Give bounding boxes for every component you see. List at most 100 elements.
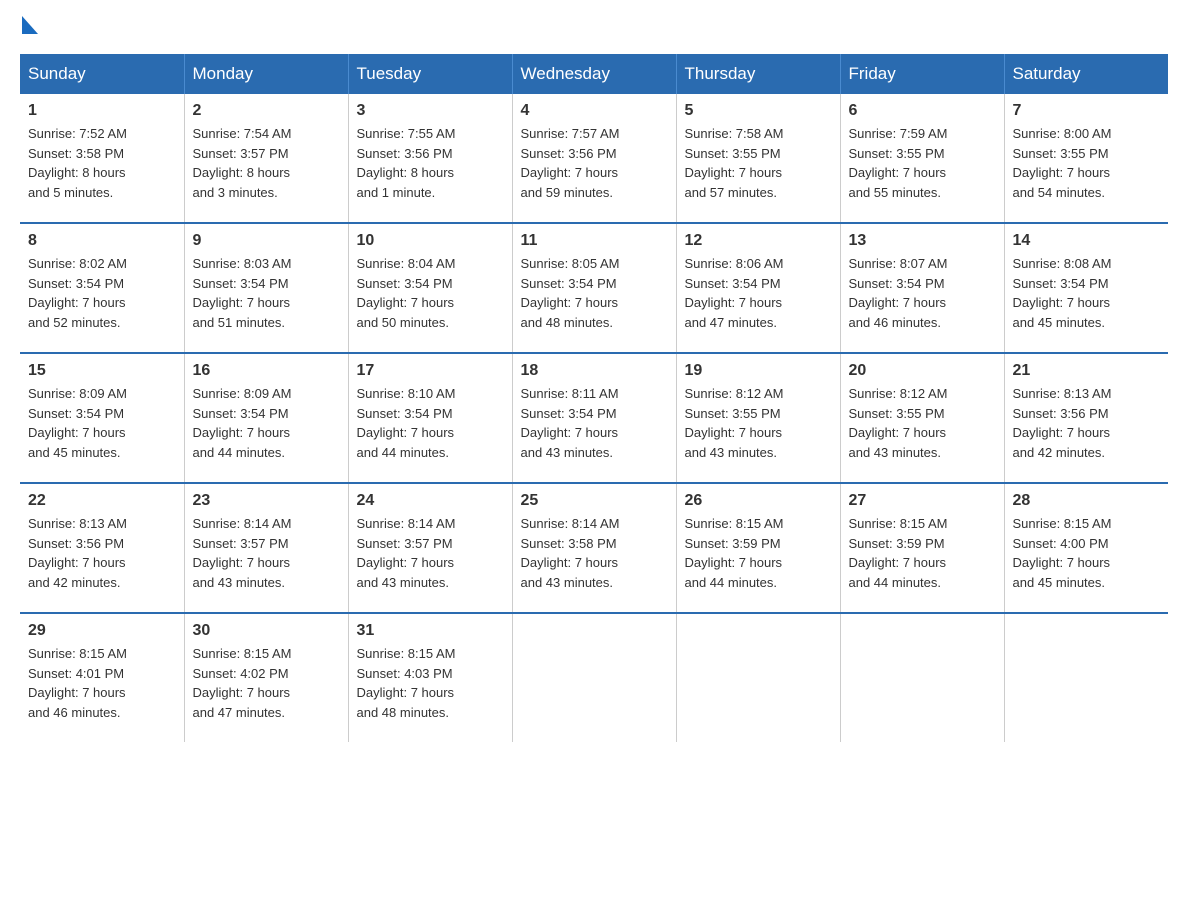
day-number: 26 — [685, 492, 832, 510]
day-info: Sunrise: 8:02 AMSunset: 3:54 PMDaylight:… — [28, 254, 176, 332]
day-number: 29 — [28, 622, 176, 640]
day-info: Sunrise: 8:13 AMSunset: 3:56 PMDaylight:… — [28, 514, 176, 592]
calendar-cell: 11Sunrise: 8:05 AMSunset: 3:54 PMDayligh… — [512, 223, 676, 353]
day-number: 31 — [357, 622, 504, 640]
calendar-cell: 4 Sunrise: 7:57 AMSunset: 3:56 PMDaylight… — [512, 94, 676, 223]
day-number: 14 — [1013, 232, 1161, 250]
day-info: Sunrise: 8:14 AMSunset: 3:57 PMDaylight:… — [193, 514, 340, 592]
calendar-week-row: 15 Sunrise: 8:09 AMSunset: 3:54 PMDayligh… — [20, 353, 1168, 483]
day-number: 3 — [357, 102, 504, 120]
calendar-cell: 14 Sunrise: 8:08 AMSunset: 3:54 PMDayligh… — [1004, 223, 1168, 353]
day-number: 10 — [357, 232, 504, 250]
day-number: 19 — [685, 362, 832, 380]
calendar-cell: 12 Sunrise: 8:06 AMSunset: 3:54 PMDayligh… — [676, 223, 840, 353]
day-number: 5 — [685, 102, 832, 120]
calendar-cell: 18 Sunrise: 8:11 AMSunset: 3:54 PMDayligh… — [512, 353, 676, 483]
calendar-cell: 16 Sunrise: 8:09 AMSunset: 3:54 PMDayligh… — [184, 353, 348, 483]
calendar-cell — [1004, 613, 1168, 742]
calendar-cell: 6Sunrise: 7:59 AMSunset: 3:55 PMDaylight… — [840, 94, 1004, 223]
calendar-cell: 25 Sunrise: 8:14 AMSunset: 3:58 PMDayligh… — [512, 483, 676, 613]
day-info: Sunrise: 7:58 AMSunset: 3:55 PMDaylight:… — [685, 124, 832, 202]
day-info: Sunrise: 8:13 AMSunset: 3:56 PMDaylight:… — [1013, 384, 1161, 462]
day-info: Sunrise: 7:54 AMSunset: 3:57 PMDaylight:… — [193, 124, 340, 202]
day-number: 20 — [849, 362, 996, 380]
day-info: Sunrise: 8:07 AMSunset: 3:54 PMDaylight:… — [849, 254, 996, 332]
day-info: Sunrise: 7:57 AMSunset: 3:56 PMDaylight:… — [521, 124, 668, 202]
calendar-week-row: 22Sunrise: 8:13 AMSunset: 3:56 PMDayligh… — [20, 483, 1168, 613]
day-number: 16 — [193, 362, 340, 380]
day-number: 13 — [849, 232, 996, 250]
day-number: 7 — [1013, 102, 1161, 120]
page-header — [20, 20, 1168, 38]
calendar-cell: 3 Sunrise: 7:55 AMSunset: 3:56 PMDaylight… — [348, 94, 512, 223]
logo — [20, 20, 38, 38]
day-info: Sunrise: 8:15 AMSunset: 4:00 PMDaylight:… — [1013, 514, 1161, 592]
day-info: Sunrise: 8:10 AMSunset: 3:54 PMDaylight:… — [357, 384, 504, 462]
day-info: Sunrise: 8:15 AMSunset: 4:03 PMDaylight:… — [357, 644, 504, 722]
day-info: Sunrise: 8:14 AMSunset: 3:58 PMDaylight:… — [521, 514, 668, 592]
day-info: Sunrise: 8:12 AMSunset: 3:55 PMDaylight:… — [685, 384, 832, 462]
day-number: 15 — [28, 362, 176, 380]
day-info: Sunrise: 8:03 AMSunset: 3:54 PMDaylight:… — [193, 254, 340, 332]
day-number: 25 — [521, 492, 668, 510]
day-info: Sunrise: 8:15 AMSunset: 3:59 PMDaylight:… — [849, 514, 996, 592]
header-saturday: Saturday — [1004, 54, 1168, 94]
day-info: Sunrise: 8:00 AMSunset: 3:55 PMDaylight:… — [1013, 124, 1161, 202]
calendar-cell: 13 Sunrise: 8:07 AMSunset: 3:54 PMDayligh… — [840, 223, 1004, 353]
day-number: 18 — [521, 362, 668, 380]
calendar-cell: 31 Sunrise: 8:15 AMSunset: 4:03 PMDayligh… — [348, 613, 512, 742]
day-number: 2 — [193, 102, 340, 120]
calendar-cell: 22Sunrise: 8:13 AMSunset: 3:56 PMDayligh… — [20, 483, 184, 613]
calendar-cell: 15 Sunrise: 8:09 AMSunset: 3:54 PMDayligh… — [20, 353, 184, 483]
header-friday: Friday — [840, 54, 1004, 94]
header-thursday: Thursday — [676, 54, 840, 94]
calendar-header-row: SundayMondayTuesdayWednesdayThursdayFrid… — [20, 54, 1168, 94]
logo-arrow-icon — [22, 16, 38, 34]
calendar-cell: 24 Sunrise: 8:14 AMSunset: 3:57 PMDayligh… — [348, 483, 512, 613]
day-info: Sunrise: 7:55 AMSunset: 3:56 PMDaylight:… — [357, 124, 504, 202]
day-info: Sunrise: 8:14 AMSunset: 3:57 PMDaylight:… — [357, 514, 504, 592]
calendar-cell: 23 Sunrise: 8:14 AMSunset: 3:57 PMDayligh… — [184, 483, 348, 613]
day-number: 6 — [849, 102, 996, 120]
calendar-week-row: 8 Sunrise: 8:02 AMSunset: 3:54 PMDaylight… — [20, 223, 1168, 353]
day-number: 9 — [193, 232, 340, 250]
calendar-table: SundayMondayTuesdayWednesdayThursdayFrid… — [20, 54, 1168, 742]
day-number: 1 — [28, 102, 176, 120]
calendar-cell: 10Sunrise: 8:04 AMSunset: 3:54 PMDayligh… — [348, 223, 512, 353]
calendar-week-row: 29Sunrise: 8:15 AMSunset: 4:01 PMDayligh… — [20, 613, 1168, 742]
calendar-cell: 28 Sunrise: 8:15 AMSunset: 4:00 PMDayligh… — [1004, 483, 1168, 613]
day-info: Sunrise: 8:12 AMSunset: 3:55 PMDaylight:… — [849, 384, 996, 462]
calendar-cell: 26Sunrise: 8:15 AMSunset: 3:59 PMDayligh… — [676, 483, 840, 613]
day-number: 28 — [1013, 492, 1161, 510]
calendar-cell: 5 Sunrise: 7:58 AMSunset: 3:55 PMDaylight… — [676, 94, 840, 223]
calendar-cell — [512, 613, 676, 742]
day-number: 21 — [1013, 362, 1161, 380]
day-info: Sunrise: 8:11 AMSunset: 3:54 PMDaylight:… — [521, 384, 668, 462]
calendar-cell: 20 Sunrise: 8:12 AMSunset: 3:55 PMDayligh… — [840, 353, 1004, 483]
header-wednesday: Wednesday — [512, 54, 676, 94]
header-sunday: Sunday — [20, 54, 184, 94]
calendar-cell: 21 Sunrise: 8:13 AMSunset: 3:56 PMDayligh… — [1004, 353, 1168, 483]
day-number: 27 — [849, 492, 996, 510]
day-info: Sunrise: 8:15 AMSunset: 4:02 PMDaylight:… — [193, 644, 340, 722]
day-number: 4 — [521, 102, 668, 120]
calendar-cell: 17Sunrise: 8:10 AMSunset: 3:54 PMDayligh… — [348, 353, 512, 483]
calendar-cell: 8 Sunrise: 8:02 AMSunset: 3:54 PMDaylight… — [20, 223, 184, 353]
day-info: Sunrise: 8:09 AMSunset: 3:54 PMDaylight:… — [28, 384, 176, 462]
day-number: 24 — [357, 492, 504, 510]
calendar-cell: 27 Sunrise: 8:15 AMSunset: 3:59 PMDayligh… — [840, 483, 1004, 613]
day-info: Sunrise: 8:09 AMSunset: 3:54 PMDaylight:… — [193, 384, 340, 462]
day-info: Sunrise: 7:52 AMSunset: 3:58 PMDaylight:… — [28, 124, 176, 202]
calendar-cell: 30 Sunrise: 8:15 AMSunset: 4:02 PMDayligh… — [184, 613, 348, 742]
day-number: 8 — [28, 232, 176, 250]
calendar-cell: 7 Sunrise: 8:00 AMSunset: 3:55 PMDaylight… — [1004, 94, 1168, 223]
day-info: Sunrise: 8:08 AMSunset: 3:54 PMDaylight:… — [1013, 254, 1161, 332]
calendar-cell: 19 Sunrise: 8:12 AMSunset: 3:55 PMDayligh… — [676, 353, 840, 483]
header-tuesday: Tuesday — [348, 54, 512, 94]
day-number: 30 — [193, 622, 340, 640]
day-number: 23 — [193, 492, 340, 510]
day-info: Sunrise: 8:06 AMSunset: 3:54 PMDaylight:… — [685, 254, 832, 332]
day-number: 11 — [521, 232, 668, 250]
header-monday: Monday — [184, 54, 348, 94]
day-number: 12 — [685, 232, 832, 250]
